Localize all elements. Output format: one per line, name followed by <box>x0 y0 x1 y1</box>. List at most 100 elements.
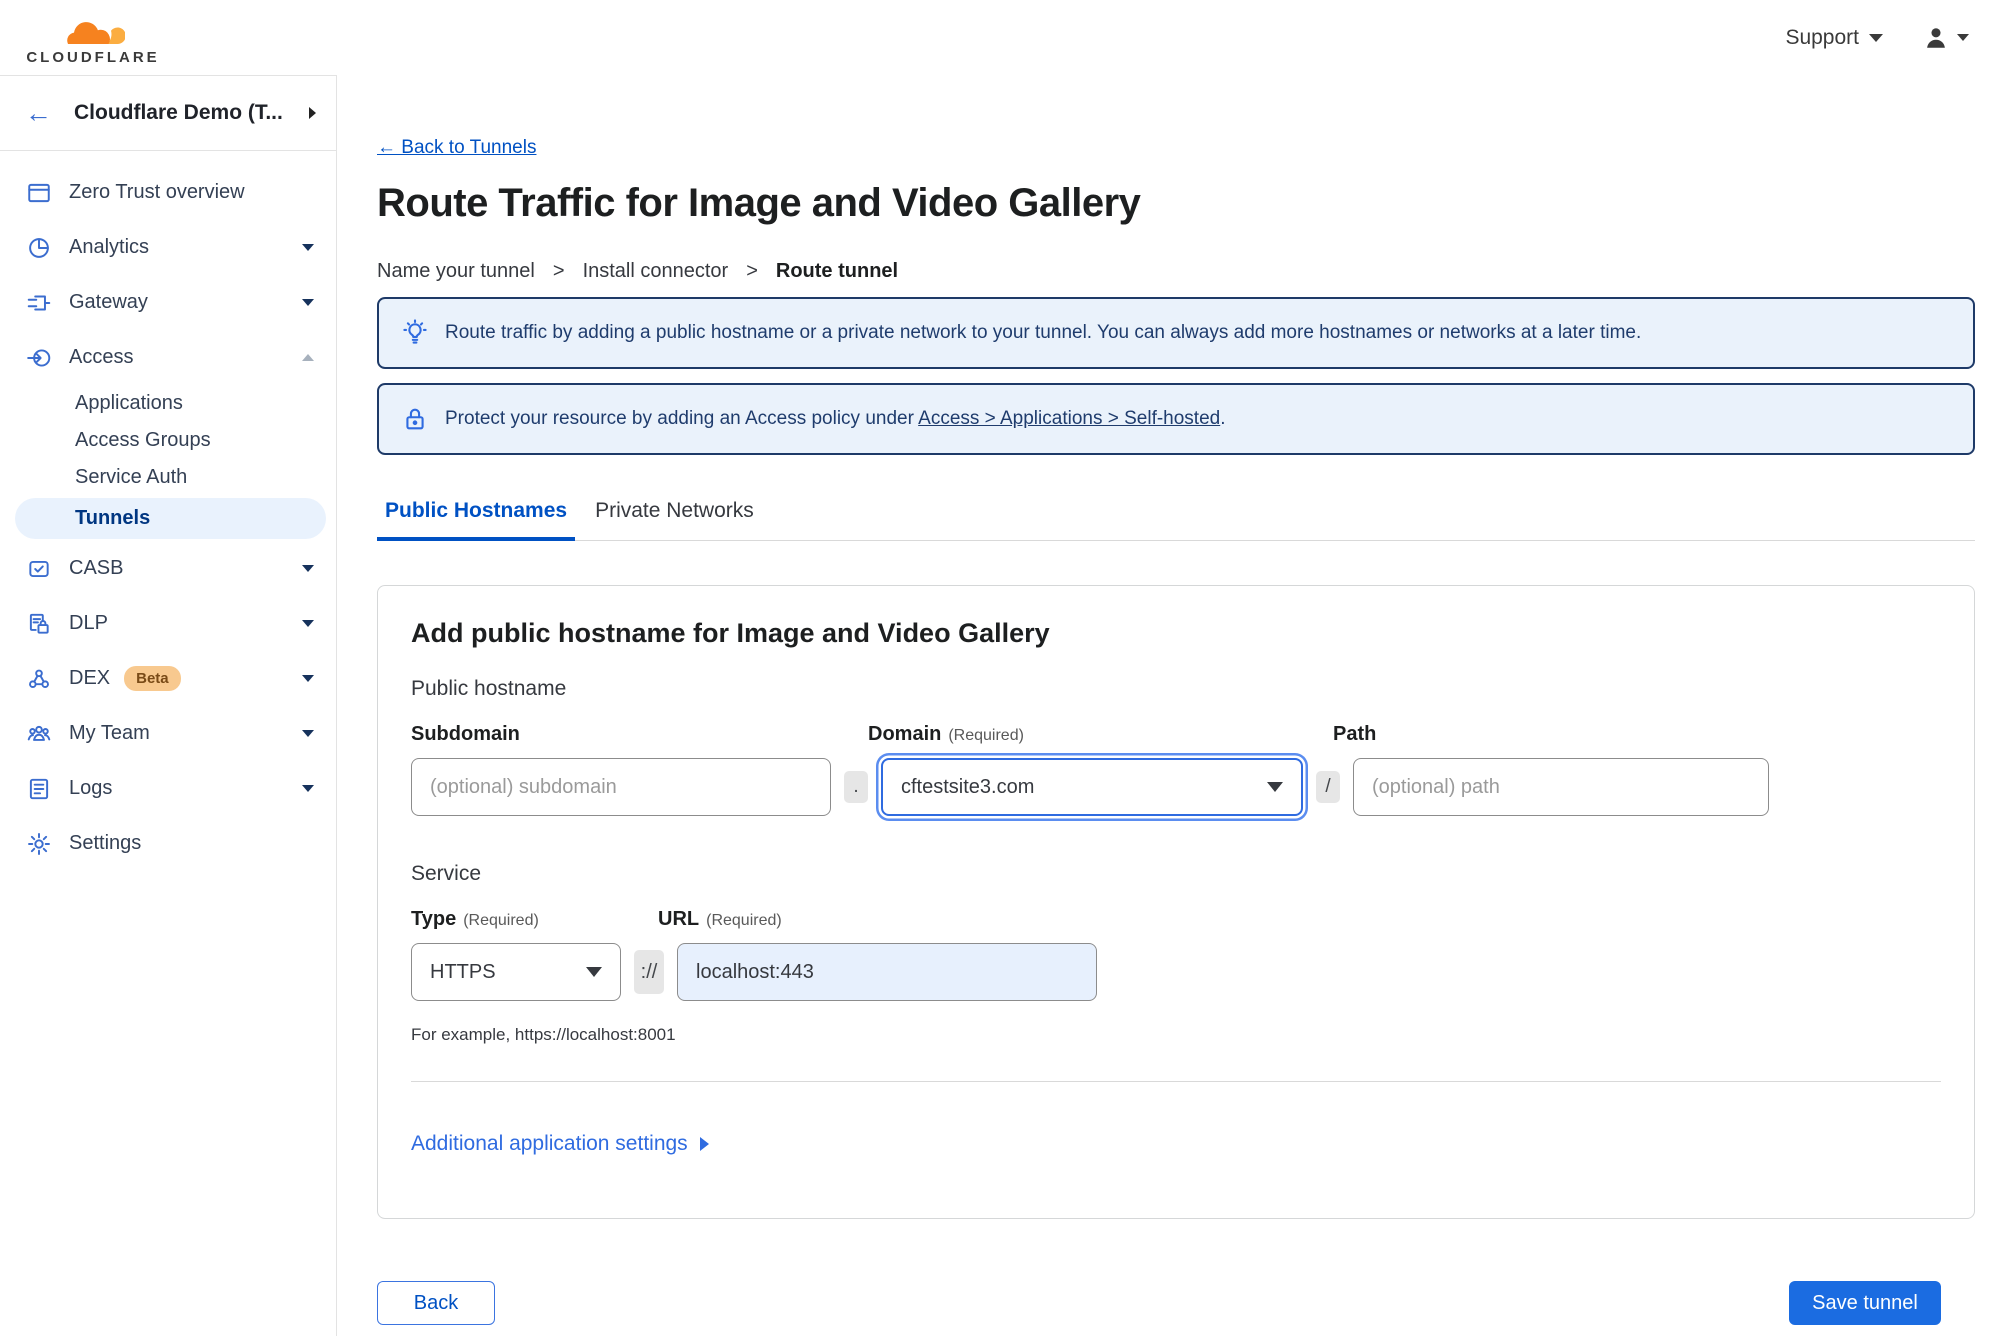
info-banner-access-policy: Protect your resource by adding an Acces… <box>377 383 1975 455</box>
page-title: Route Traffic for Image and Video Galler… <box>377 181 1141 225</box>
sidebar-item-analytics[interactable]: Analytics <box>0 220 336 275</box>
logs-icon <box>26 776 52 802</box>
url-label: URL <box>658 908 700 930</box>
window-icon <box>26 180 52 206</box>
service-url-input[interactable] <box>677 943 1097 1001</box>
tab-private-networks[interactable]: Private Networks <box>587 499 762 541</box>
card-heading: Add public hostname for Image and Video … <box>411 618 1050 648</box>
top-bar: CLOUDFLARE Support <box>0 0 1999 75</box>
info-banner-route-traffic: Route traffic by adding a public hostnam… <box>377 297 1975 369</box>
chevron-down-icon <box>586 967 602 977</box>
gateway-icon <box>26 290 52 316</box>
user-icon <box>1923 25 1949 51</box>
subdomain-label: Subdomain <box>411 723 520 745</box>
sidebar-item-applications[interactable]: Applications <box>0 385 336 422</box>
chevron-down-icon <box>302 620 314 627</box>
card-divider <box>411 1081 1941 1082</box>
chevron-down-icon <box>302 730 314 737</box>
breadcrumb-step-install-connector[interactable]: Install connector <box>583 260 729 283</box>
domain-select[interactable]: cftestsite3.com <box>881 758 1303 816</box>
sidebar-item-logs[interactable]: Logs <box>0 761 336 816</box>
breadcrumb-step-name-your-tunnel[interactable]: Name your tunnel <box>377 260 535 283</box>
required-label: (Required) <box>706 912 782 929</box>
banner-text: Protect your resource by adding an Acces… <box>445 408 1226 429</box>
save-tunnel-button[interactable]: Save tunnel <box>1789 1281 1941 1325</box>
cloudflare-logo: CLOUDFLARE <box>18 10 168 66</box>
sub-item-label: Applications <box>75 392 183 414</box>
sidebar-item-label: Settings <box>69 832 142 854</box>
sidebar-item-tunnels[interactable]: Tunnels <box>15 498 326 539</box>
support-label: Support <box>1785 25 1859 49</box>
sidebar-item-access[interactable]: Access <box>0 330 336 385</box>
chevron-down-icon <box>302 299 314 306</box>
breadcrumb-separator: > <box>552 260 565 282</box>
chevron-down-icon <box>1957 34 1969 41</box>
required-label: (Required) <box>948 727 1024 744</box>
footer-actions: Back Save tunnel <box>377 1281 1975 1325</box>
domain-select-value: cftestsite3.com <box>901 775 1035 798</box>
account-switcher: ← Cloudflare Demo (T... <box>0 76 336 151</box>
path-input[interactable] <box>1353 758 1769 816</box>
chevron-up-icon <box>302 354 314 361</box>
dex-icon <box>26 666 52 692</box>
sidebar-item-dex[interactable]: DEX Beta <box>0 651 336 706</box>
account-name[interactable]: Cloudflare Demo (T... <box>74 101 309 125</box>
required-label: (Required) <box>463 912 539 929</box>
sidebar-item-settings[interactable]: Settings <box>0 816 336 871</box>
sub-item-label: Access Groups <box>75 429 211 451</box>
sidebar-item-label: Access <box>69 346 134 368</box>
public-hostname-card: Add public hostname for Image and Video … <box>377 585 1975 1219</box>
cloudflare-cloud-icon <box>61 16 125 48</box>
sidebar-item-gateway[interactable]: Gateway <box>0 275 336 330</box>
path-label: Path <box>1333 723 1377 745</box>
scheme-separator: :// <box>634 950 664 994</box>
back-button[interactable]: Back <box>377 1281 495 1325</box>
back-to-tunnels-link[interactable]: ← Back to Tunnels <box>377 137 536 159</box>
sidebar-item-label: Gateway <box>69 291 148 313</box>
sidebar-item-label: CASB <box>69 557 124 579</box>
sidebar-item-zero-trust-overview[interactable]: Zero Trust overview <box>0 165 336 220</box>
sidebar-item-access-groups[interactable]: Access Groups <box>0 422 336 459</box>
sidebar-item-my-team[interactable]: My Team <box>0 706 336 761</box>
sidebar-item-label: Zero Trust overview <box>69 181 245 203</box>
sidebar: ← Cloudflare Demo (T... Zero Trust overv… <box>0 75 337 1336</box>
sidebar-nav: Zero Trust overview Analytics Gateway Ac… <box>0 151 336 871</box>
domain-label: Domain <box>868 723 942 745</box>
sidebar-item-dlp[interactable]: DLP <box>0 596 336 651</box>
service-type-select[interactable]: HTTPS <box>411 943 621 1001</box>
user-account-menu[interactable] <box>1923 25 1969 51</box>
lightbulb-icon <box>401 319 429 347</box>
back-arrow-icon[interactable]: ← <box>25 99 52 127</box>
chevron-down-icon <box>302 244 314 251</box>
beta-badge: Beta <box>124 666 181 691</box>
breadcrumb: Name your tunnel > Install connector > R… <box>377 260 1975 283</box>
access-applications-self-hosted-link[interactable]: Access > Applications > Self-hosted <box>918 408 1220 429</box>
breadcrumb-separator: > <box>746 260 758 282</box>
chevron-right-icon[interactable] <box>309 107 316 119</box>
access-icon <box>26 345 52 371</box>
support-menu[interactable]: Support <box>1785 26 1883 50</box>
banner-text: Route traffic by adding a public hostnam… <box>445 322 1642 343</box>
additional-application-settings-toggle[interactable]: Additional application settings <box>411 1132 709 1156</box>
type-label: Type <box>411 908 457 930</box>
gear-icon <box>26 831 52 857</box>
casb-icon <box>26 556 52 582</box>
sidebar-item-service-auth[interactable]: Service Auth <box>0 459 336 496</box>
chevron-down-icon <box>302 785 314 792</box>
public-hostname-section-label: Public hostname <box>411 677 567 700</box>
chevron-down-icon <box>302 565 314 572</box>
slash-separator: / <box>1316 771 1340 803</box>
tab-public-hostnames[interactable]: Public Hostnames <box>377 499 576 541</box>
service-section-label: Service <box>411 862 482 885</box>
service-type-value: HTTPS <box>430 960 496 983</box>
sidebar-item-label: My Team <box>69 722 150 744</box>
subdomain-input[interactable] <box>411 758 831 816</box>
url-example-helper: For example, https://localhost:8001 <box>411 1025 676 1044</box>
chevron-down-icon <box>1267 782 1283 792</box>
chevron-down-icon <box>302 675 314 682</box>
chevron-down-icon <box>1869 33 1883 42</box>
cloudflare-wordmark: CLOUDFLARE <box>26 48 160 66</box>
team-icon <box>26 721 52 747</box>
sidebar-item-casb[interactable]: CASB <box>0 541 336 596</box>
tab-bar: Public Hostnames Private Networks <box>377 499 1975 541</box>
